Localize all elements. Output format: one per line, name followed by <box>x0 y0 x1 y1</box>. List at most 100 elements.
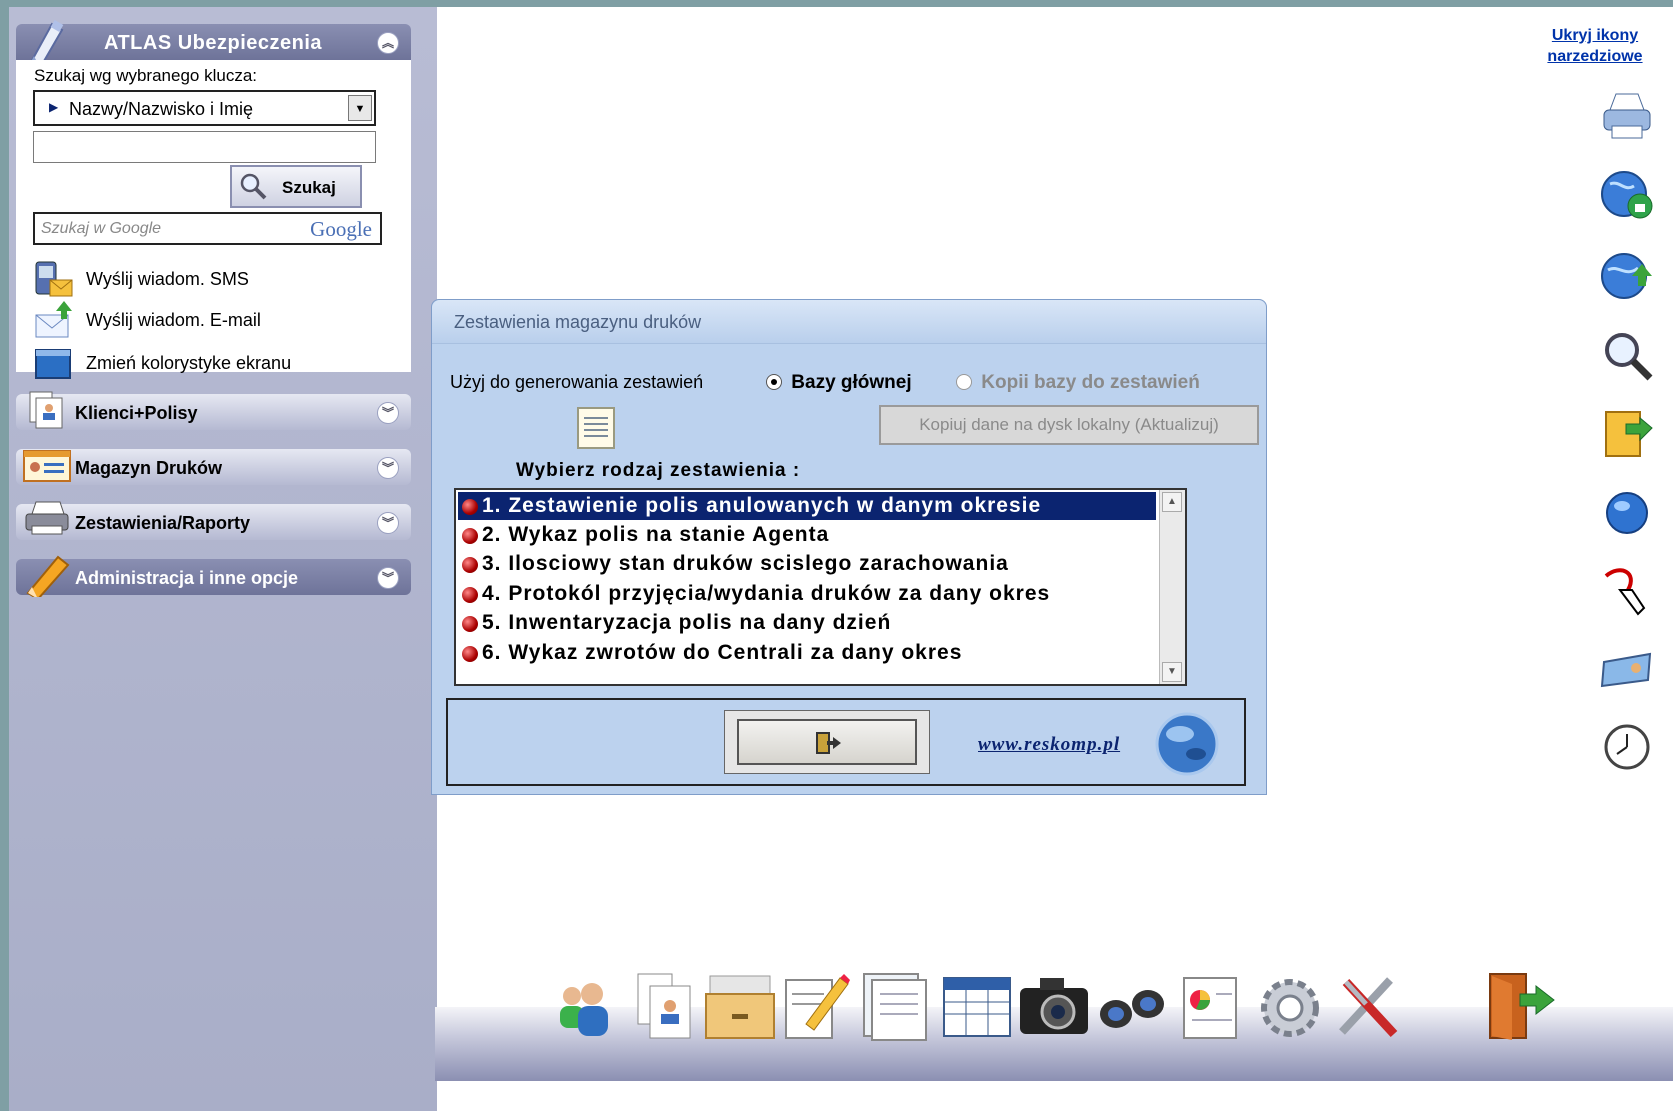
dropdown-arrow-icon[interactable]: ▼ <box>348 95 372 121</box>
printer-icon[interactable] <box>1598 88 1656 146</box>
collapse-chevron-up-icon[interactable]: ︽ <box>377 32 399 54</box>
binoculars-icon[interactable] <box>1096 970 1168 1042</box>
search-button-label: Szukaj <box>282 178 336 197</box>
id-card-icon[interactable] <box>1598 640 1656 698</box>
client-cards-icon[interactable] <box>628 970 700 1042</box>
printer-icon <box>25 501 69 535</box>
radio-main-base[interactable]: Bazy głównej <box>766 372 912 394</box>
change-colors-link[interactable]: Zmień kolorystyke ekranu <box>34 344 291 382</box>
settings-gear-icon[interactable] <box>1254 970 1326 1042</box>
hide-toolbar-icons-link[interactable]: Ukryj ikony narzedziowe <box>1530 25 1660 67</box>
search-key-value: Nazwy/Nazwisko i Imię <box>69 99 254 119</box>
exit-door-icon[interactable] <box>1486 970 1558 1042</box>
report-chart-icon[interactable] <box>1176 970 1248 1042</box>
use-for-generating-label: Użyj do generowania zestawień <box>450 372 704 392</box>
globe-icon[interactable] <box>1598 484 1656 542</box>
search-input[interactable] <box>33 131 376 163</box>
sms-phone-icon <box>35 261 73 297</box>
google-placeholder: Szukaj w Google <box>41 220 162 237</box>
send-sms-label: Wyślij wiadom. SMS <box>86 268 249 289</box>
list-item[interactable]: 6. Wykaz zwrotów do Centrali za dany okr… <box>458 639 1156 667</box>
red-bullet-icon <box>462 528 478 544</box>
section-label: Klienci+Polisy <box>75 403 198 423</box>
list-item-label: 5. Inwentaryzacja polis na dany dzień <box>482 611 892 634</box>
section-zestawienia-raporty[interactable]: Zestawienia/Raporty ︾ <box>16 501 411 540</box>
list-item[interactable]: 2. Wykaz polis na stanie Agenta <box>458 521 1156 549</box>
radio-copy-indicator[interactable] <box>956 374 972 390</box>
search-key-label: Szukaj wg wybranego klucza: <box>34 66 258 85</box>
section-label: Administracja i inne opcje <box>75 568 299 588</box>
red-bullet-icon <box>462 587 478 603</box>
folder-arrow-icon[interactable] <box>1598 404 1656 462</box>
list-item[interactable]: 5. Inwentaryzacja polis na dany dzień <box>458 609 1156 637</box>
section-administracja[interactable]: Administracja i inne opcje ︾ <box>16 555 411 597</box>
radio-copy-base[interactable]: Kopii bazy do zestawień <box>956 372 1200 394</box>
screen-colors-icon <box>35 349 71 379</box>
email-send-icon <box>35 301 72 338</box>
globe-icon[interactable] <box>1152 712 1222 776</box>
globe-upload-icon[interactable] <box>1598 246 1656 304</box>
section-magazyn-drukow[interactable]: Magazyn Druków ︾ <box>16 449 411 485</box>
list-item-label: 2. Wykaz polis na stanie Agenta <box>482 523 830 546</box>
reports-dialog: Zestawienia magazynu druków Użyj do gene… <box>431 299 1267 795</box>
clock-icon[interactable] <box>1598 718 1656 776</box>
globe-lock-icon[interactable] <box>1598 166 1656 224</box>
exit-button-frame <box>724 710 930 774</box>
list-item-label: 4. Protokól przyjęcia/wydania druków za … <box>482 582 1051 605</box>
atlas-panel-body: Szukaj wg wybranego klucza: ▶ Nazwy/Nazw… <box>16 60 411 379</box>
list-scrollbar[interactable]: ▲ ▼ <box>1159 490 1185 684</box>
table-icon[interactable] <box>940 970 1012 1042</box>
client-card-icon <box>29 391 63 429</box>
magnifier-icon[interactable] <box>1598 326 1656 384</box>
expand-chevron-down-icon[interactable]: ︾ <box>377 512 399 534</box>
list-item-label: 1. Zestawienie polis anulowanych w danym… <box>482 494 1042 517</box>
send-sms-link[interactable]: Wyślij wiadom. SMS <box>34 260 249 298</box>
google-logo: Google <box>310 217 372 241</box>
red-bullet-icon <box>462 646 478 662</box>
atlas-panel: ATLAS Ubezpieczenia ︽ Szukaj wg wybraneg… <box>16 20 411 379</box>
users-icon[interactable] <box>550 970 622 1042</box>
red-bullet-icon <box>462 557 478 573</box>
app-title: ATLAS Ubezpieczenia <box>104 32 323 54</box>
scroll-up-arrow-icon[interactable]: ▲ <box>1162 492 1182 512</box>
google-search-input[interactable]: Szukaj w Google Google <box>33 212 382 245</box>
edit-document-icon[interactable] <box>780 970 852 1042</box>
section-header: Magazyn Druków ︾ <box>16 449 411 485</box>
pointer-hand-icon[interactable] <box>1598 562 1656 620</box>
list-item[interactable]: 4. Protokól przyjęcia/wydania druków za … <box>458 580 1156 608</box>
pencil-icon <box>26 555 70 597</box>
section-header: Zestawienia/Raporty ︾ <box>16 501 411 540</box>
exit-button[interactable] <box>737 719 917 765</box>
documents-icon[interactable] <box>860 970 932 1042</box>
select-bullet-icon: ▶ <box>49 100 59 114</box>
document-icon[interactable] <box>572 404 620 452</box>
send-email-link[interactable]: Wyślij wiadom. E-mail <box>34 301 261 339</box>
dialog-footer: www.reskomp.pl <box>446 698 1246 786</box>
red-bullet-icon <box>462 616 478 632</box>
camera-icon[interactable] <box>1018 970 1090 1042</box>
expand-chevron-down-icon[interactable]: ︾ <box>377 457 399 479</box>
scroll-down-arrow-icon[interactable]: ▼ <box>1162 662 1182 682</box>
list-item[interactable]: 3. Ilosciowy stan druków scislego zarach… <box>458 550 1156 578</box>
send-email-label: Wyślij wiadom. E-mail <box>86 309 261 330</box>
tools-icon[interactable] <box>1332 970 1404 1042</box>
section-klienci-polisy[interactable]: Klienci+Polisy ︾ <box>16 391 411 430</box>
website-link[interactable]: www.reskomp.pl <box>978 734 1120 756</box>
expand-chevron-down-icon[interactable]: ︾ <box>377 402 399 424</box>
search-key-select[interactable]: ▶ Nazwy/Nazwisko i Imię ▼ <box>33 90 376 126</box>
list-item[interactable]: 1. Zestawienie polis anulowanych w danym… <box>457 491 1157 521</box>
search-icon <box>240 173 267 200</box>
report-type-list[interactable]: 1. Zestawienie polis anulowanych w danym… <box>454 488 1187 686</box>
copy-to-local-disk-button[interactable]: Kopiuj dane na dysk lokalny (Aktualizuj) <box>879 405 1259 445</box>
exit-door-icon <box>816 732 841 754</box>
list-item-label: 6. Wykaz zwrotów do Centrali za dany okr… <box>482 641 963 664</box>
search-button[interactable]: Szukaj <box>230 165 362 208</box>
expand-chevron-down-icon[interactable]: ︾ <box>377 567 399 589</box>
atlas-panel-header[interactable]: ATLAS Ubezpieczenia ︽ <box>16 20 411 70</box>
section-header: Administracja i inne opcje ︾ <box>16 555 411 597</box>
radio-copy-label: Kopii bazy do zestawień <box>981 372 1200 393</box>
section-label: Magazyn Druków <box>75 458 223 478</box>
radio-main-indicator[interactable] <box>766 374 782 390</box>
change-colors-label: Zmień kolorystyke ekranu <box>86 352 292 373</box>
drawer-icon[interactable] <box>704 970 776 1042</box>
